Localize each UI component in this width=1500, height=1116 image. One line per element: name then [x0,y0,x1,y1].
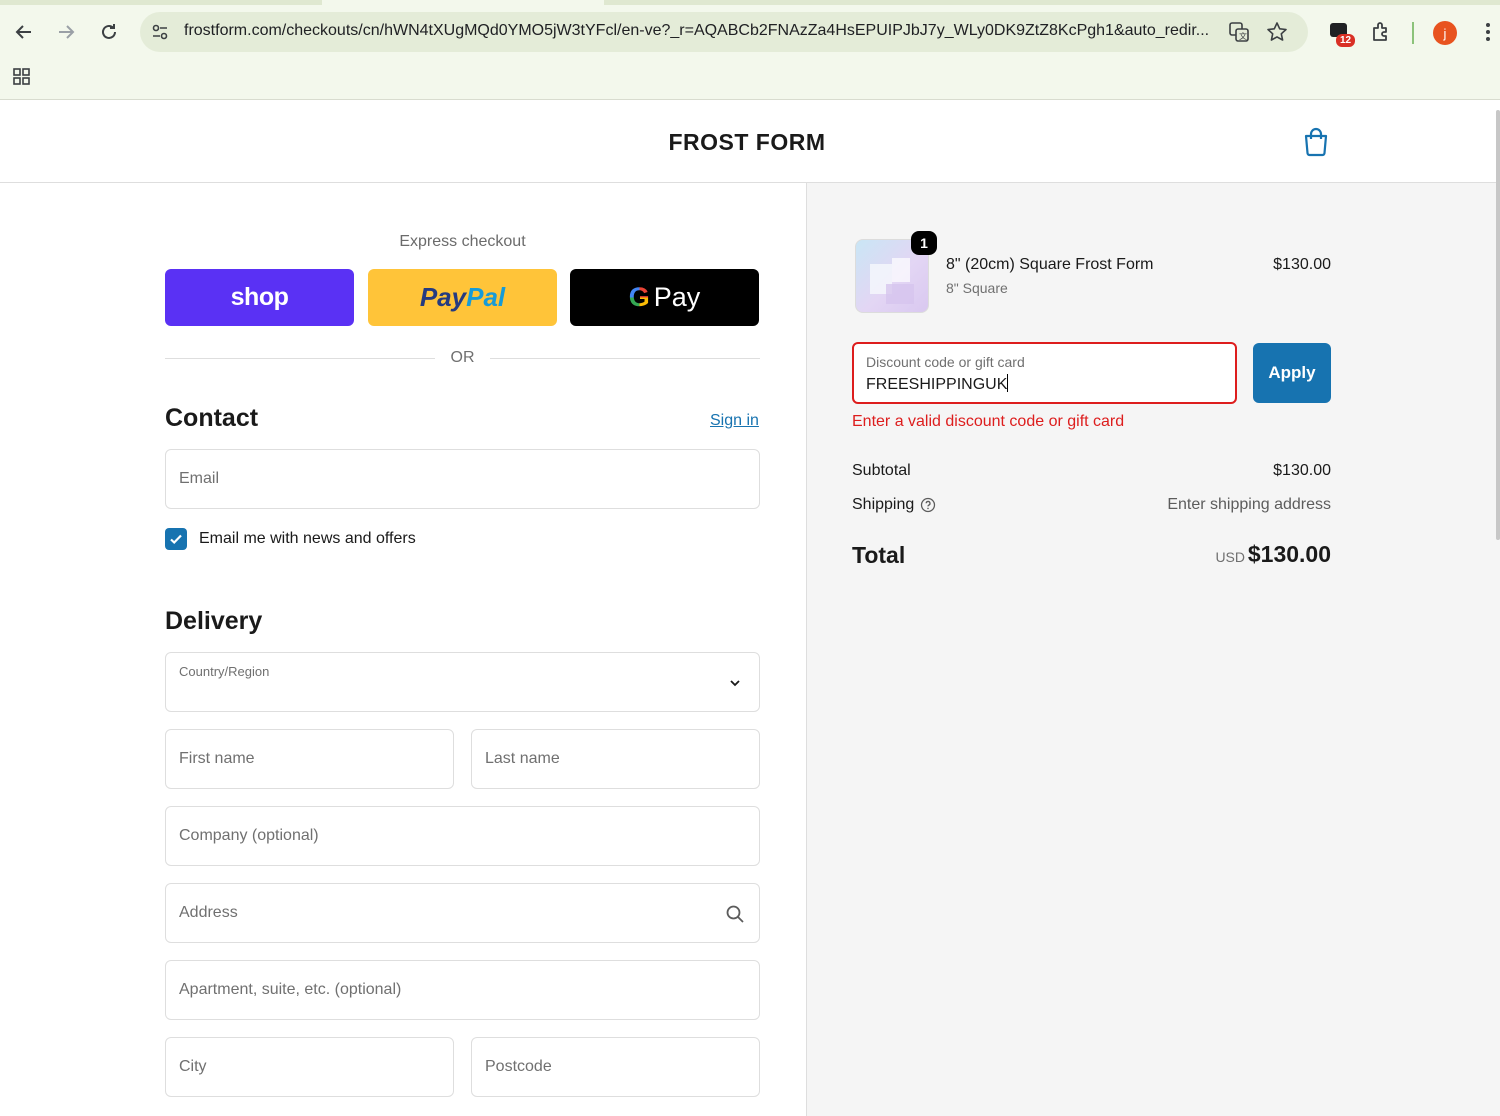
profile-avatar[interactable]: j [1433,21,1457,45]
checkout-form: Express checkout shop Pay Pal G Pay OR Co… [0,183,806,1116]
address-bar[interactable]: frostform.com/checkouts/cn/hWN4tXUgMQd0Y… [140,12,1308,52]
subtotal-label: Subtotal [852,462,911,479]
express-checkout-label: Express checkout [399,233,526,250]
paypal-label-part2: Pal [466,282,506,312]
shop-pay-label: shop [230,283,289,311]
sign-in-link[interactable]: Sign in [710,412,759,430]
shipping-label: Shipping [852,496,915,513]
delivery-title: Delivery [165,607,263,635]
forward-icon[interactable] [52,18,80,46]
contact-title: Contact [165,404,259,432]
newsletter-option[interactable]: Email me with news and offers [165,527,416,551]
quantity-badge: 1 [911,231,937,255]
discount-label: Discount code or gift card [866,354,1025,370]
page-scrollbar[interactable] [1496,110,1500,540]
newsletter-label: Email me with news and offers [199,530,416,547]
apply-discount-button[interactable]: Apply [1253,343,1331,403]
postcode-placeholder: Postcode [485,1058,552,1075]
paypal-label-part1: Pay [419,282,467,312]
browser-menu-icon[interactable] [1478,20,1498,44]
bookmark-star-icon[interactable] [1266,21,1288,43]
search-icon[interactable] [725,904,745,924]
or-label: OR [450,349,475,366]
store-header: FROST FORM [0,101,1500,183]
subtotal-value: $130.00 [1273,462,1331,479]
extension-icon[interactable]: 12 [1328,20,1358,48]
product-variant: 8" Square [946,280,1008,296]
total-row: Total USD $130.00 [852,541,1331,571]
city-placeholder: City [179,1058,207,1075]
shipping-label-wrap: Shipping [852,496,936,514]
google-pay-button[interactable]: G Pay [570,269,759,326]
shipping-row: Shipping Enter shipping address [852,496,1331,518]
company-field[interactable]: Company (optional) [165,806,760,866]
text-cursor [1007,374,1009,392]
discount-error-message: Enter a valid discount code or gift card [852,413,1125,430]
address-placeholder: Address [179,904,238,921]
shop-pay-button[interactable]: shop [165,269,354,326]
first-name-placeholder: First name [179,750,255,767]
apps-grid-icon[interactable] [12,67,32,87]
site-settings-icon[interactable] [150,22,170,42]
country-select[interactable]: Country/Region [165,652,760,712]
order-summary: 1 8" (20cm) Square Frost Form 8" Square … [806,183,1500,1116]
discount-code-field[interactable]: Discount code or gift card FREESHIPPINGU… [852,342,1237,404]
total-value: $130.00 [1247,541,1331,567]
translate-icon[interactable]: 文 [1228,21,1250,43]
browser-chrome: frostform.com/checkouts/cn/hWN4tXUgMQd0Y… [0,0,1500,100]
google-g-icon: G [628,282,650,312]
or-divider: OR [165,349,760,369]
help-icon[interactable] [920,497,936,513]
first-name-field[interactable]: First name [165,729,454,789]
company-placeholder: Company (optional) [179,827,319,844]
shopping-bag-icon[interactable] [1302,127,1330,157]
active-tab[interactable] [322,0,604,5]
back-icon[interactable] [10,18,38,46]
last-name-field[interactable]: Last name [471,729,760,789]
extensions-puzzle-icon[interactable] [1370,20,1394,44]
newsletter-checkbox[interactable] [165,528,187,550]
apartment-field[interactable]: Apartment, suite, etc. (optional) [165,960,760,1020]
total-currency: USD [1215,549,1245,565]
tab-strip [0,0,1500,5]
apartment-placeholder: Apartment, suite, etc. (optional) [179,981,402,998]
address-field[interactable]: Address [165,883,760,943]
google-pay-label: Pay [653,282,701,312]
shipping-value: Enter shipping address [1167,496,1331,513]
subtotal-row: Subtotal $130.00 [852,462,1331,484]
product-price: $130.00 [1273,256,1331,273]
country-label: Country/Region [179,664,270,679]
email-field[interactable]: Email [165,449,760,509]
postcode-field[interactable]: Postcode [471,1037,760,1097]
checkmark-icon [170,534,182,545]
store-brand[interactable]: FROST FORM [0,129,1494,156]
discount-value: FREESHIPPINGUK [866,374,1009,393]
chevron-down-icon [725,673,745,693]
extension-badge-count: 12 [1336,34,1356,47]
email-placeholder: Email [179,470,220,487]
city-field[interactable]: City [165,1037,454,1097]
svg-text:文: 文 [1239,31,1247,41]
product-name: 8" (20cm) Square Frost Form [946,256,1154,273]
paypal-button[interactable]: Pay Pal [368,269,557,326]
toolbar-separator [1412,22,1414,44]
last-name-placeholder: Last name [485,750,560,767]
reload-icon[interactable] [95,18,123,46]
url-text[interactable]: frostform.com/checkouts/cn/hWN4tXUgMQd0Y… [184,22,1224,40]
total-label: Total [852,542,906,568]
